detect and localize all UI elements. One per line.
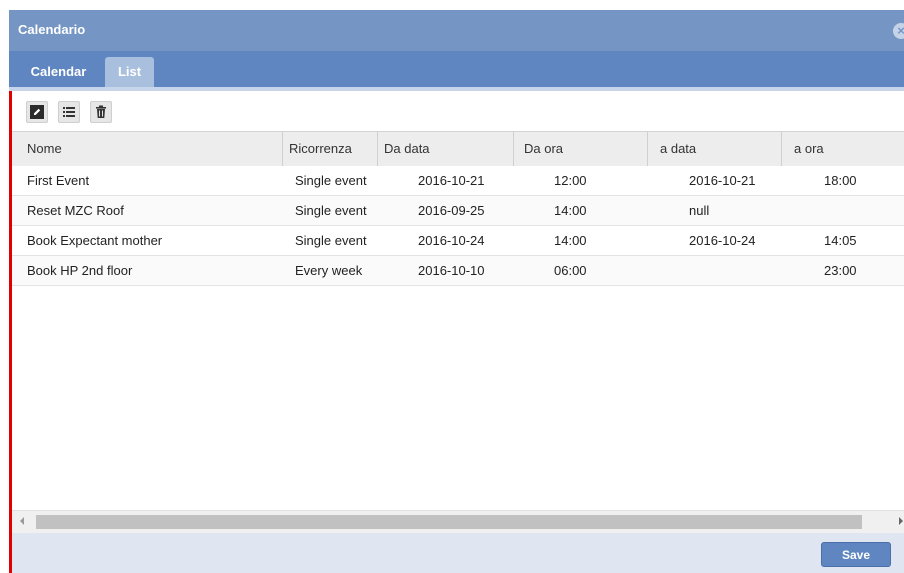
column-header-da-data[interactable]: Da data xyxy=(378,132,514,166)
tab-bar: Calendar List xyxy=(9,51,904,91)
cell-a-data: null xyxy=(689,203,710,218)
close-icon[interactable]: × xyxy=(893,23,904,39)
toolbar xyxy=(12,91,904,131)
list-icon xyxy=(63,107,75,117)
cell-nome: First Event xyxy=(27,173,90,188)
grid-header: Nome Ricorrenza Da data Da ora a data a … xyxy=(12,131,904,167)
cell-ricorrenza: Every week xyxy=(295,263,363,278)
cell-ricorrenza: Single event xyxy=(295,203,367,218)
cell-nome: Book HP 2nd floor xyxy=(27,263,133,278)
table-row[interactable]: Reset MZC Roof Single event 2016-09-25 1… xyxy=(12,196,904,226)
cell-da-ora: 12:00 xyxy=(554,173,587,188)
delete-button[interactable] xyxy=(90,101,112,123)
cell-a-ora: 23:00 xyxy=(824,263,857,278)
cell-da-data: 2016-10-21 xyxy=(418,173,485,188)
scroll-left-icon[interactable] xyxy=(20,517,24,525)
list-button[interactable] xyxy=(58,101,80,123)
cell-da-data: 2016-10-10 xyxy=(418,263,485,278)
cell-a-data: 2016-10-21 xyxy=(689,173,756,188)
column-header-nome[interactable]: Nome xyxy=(12,132,283,166)
tab-list[interactable]: List xyxy=(105,57,154,87)
table-row[interactable]: First Event Single event 2016-10-21 12:0… xyxy=(12,166,904,196)
cell-da-ora: 14:00 xyxy=(554,233,587,248)
cell-ricorrenza: Single event xyxy=(295,173,367,188)
scroll-right-icon[interactable] xyxy=(899,517,903,525)
horizontal-scrollbar[interactable] xyxy=(12,510,904,533)
save-button[interactable]: Save xyxy=(821,542,891,567)
trash-icon xyxy=(96,105,106,118)
scrollbar-thumb[interactable] xyxy=(36,515,862,529)
column-header-a-ora[interactable]: a ora xyxy=(782,132,904,166)
edit-button[interactable] xyxy=(26,101,48,123)
window-footer: Save xyxy=(12,533,904,573)
cell-a-data: 2016-10-24 xyxy=(689,233,756,248)
table-row[interactable]: Book Expectant mother Single event 2016-… xyxy=(12,226,904,256)
window-titlebar[interactable]: Calendario × xyxy=(9,10,904,51)
cell-nome: Reset MZC Roof xyxy=(27,203,124,218)
window-title: Calendario xyxy=(18,22,86,37)
calendar-window: Calendario × Calendar List Nome Ricorren… xyxy=(9,10,904,573)
cell-nome: Book Expectant mother xyxy=(27,233,163,248)
cell-da-ora: 06:00 xyxy=(554,263,587,278)
tab-calendar[interactable]: Calendar xyxy=(16,57,101,87)
edit-icon xyxy=(30,105,44,119)
cell-ricorrenza: Single event xyxy=(295,233,367,248)
table-row[interactable]: Book HP 2nd floor Every week 2016-10-10 … xyxy=(12,256,904,286)
column-header-ricorrenza[interactable]: Ricorrenza xyxy=(283,132,378,166)
cell-da-data: 2016-09-25 xyxy=(418,203,485,218)
grid-body: First Event Single event 2016-10-21 12:0… xyxy=(12,166,904,286)
cell-a-ora: 14:05 xyxy=(824,233,857,248)
column-header-a-data[interactable]: a data xyxy=(648,132,782,166)
column-header-da-ora[interactable]: Da ora xyxy=(514,132,648,166)
cell-a-ora: 18:00 xyxy=(824,173,857,188)
cell-da-ora: 14:00 xyxy=(554,203,587,218)
cell-da-data: 2016-10-24 xyxy=(418,233,485,248)
